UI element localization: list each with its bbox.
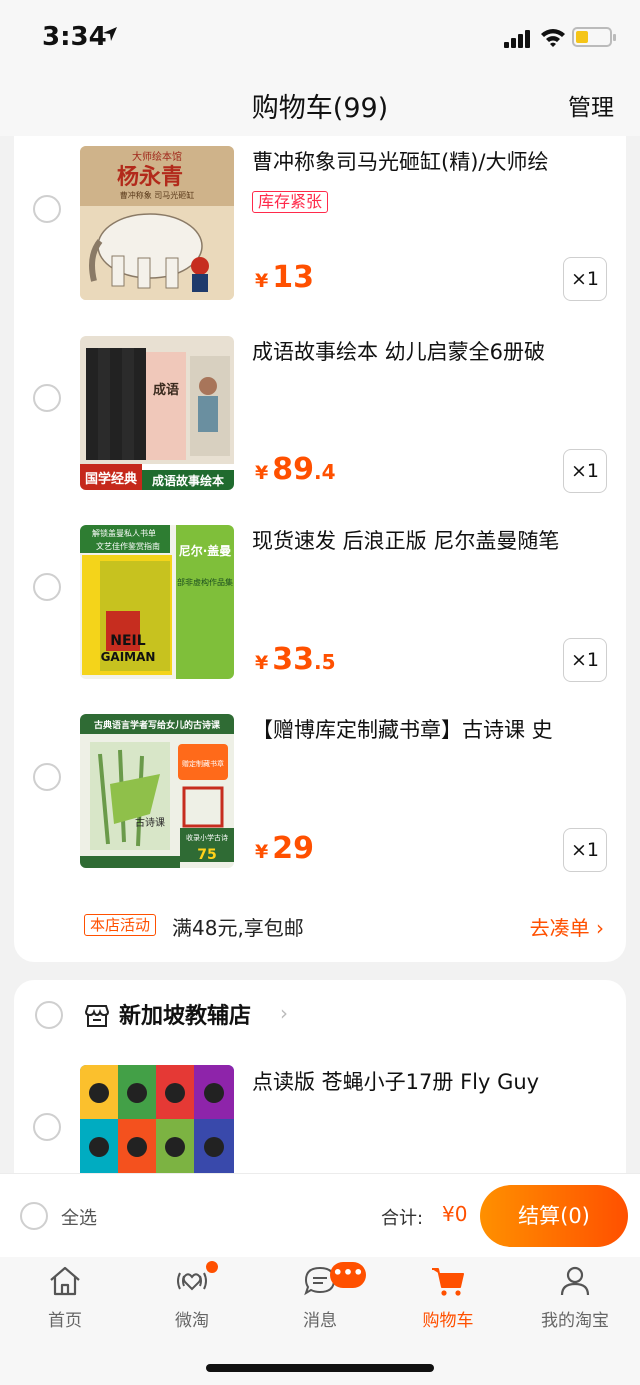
tab-weitao[interactable]: 微淘 [128,1257,256,1337]
quantity-button[interactable]: ×1 [563,257,607,301]
product-image[interactable] [80,1065,234,1173]
svg-text:赠定制藏书章: 赠定制藏书章 [182,759,224,768]
wifi-icon [541,29,565,47]
message-badge: ••• [330,1262,366,1288]
quantity-button[interactable]: ×1 [563,638,607,682]
product-price: ¥33.5 [255,642,336,677]
product-title[interactable]: 点读版 苍蝇小子17册 Fly Guy [252,1066,610,1096]
tab-my-taobao[interactable]: 我的淘宝 [511,1257,639,1337]
book-cover-gaiman: 解锁盖曼私人书单 文艺佳作鉴赏指南 NEIL GAIMAN 尼尔·盖曼 部非虚构… [80,525,234,679]
item-select-radio[interactable] [33,1113,61,1141]
checkout-button[interactable]: 结算(0) [480,1185,628,1247]
product-image[interactable]: 大师绘本馆 杨永青 曹冲称象 司马光砸缸 [80,146,234,300]
page-title: 购物车(99) [251,93,389,124]
promo-text: 满48元,享包邮 [172,916,304,940]
product-price: ¥29 [255,831,314,866]
manage-button[interactable]: 管理 [568,88,614,122]
svg-text:国学经典: 国学经典 [85,471,137,487]
store-icon [84,1005,110,1027]
promo-badge: 本店活动 [84,914,157,936]
cellular-signal-icon [504,30,532,48]
total-label: 合计: [381,1208,424,1229]
product-title[interactable]: 曹冲称象司马光砸缸(精)/大师绘 [252,146,610,176]
home-icon [50,1266,80,1296]
svg-text:尼尔·盖曼: 尼尔·盖曼 [179,543,232,558]
svg-text:75: 75 [197,847,216,863]
quantity-button[interactable]: ×1 [563,828,607,872]
notification-dot [206,1261,218,1273]
item-select-radio[interactable] [33,195,61,223]
book-cover-poetry: 古典语言学者写给女儿的古诗课 古诗课 赠定制藏书章 收录小学古诗 75 [80,714,234,868]
battery-icon [572,27,616,47]
chevron-right-icon: › [280,1001,288,1025]
item-select-radio[interactable] [33,384,61,412]
item-select-radio[interactable] [33,573,61,601]
checkout-bar: 全选 合计: ¥0 结算(0) [0,1173,640,1257]
select-all-radio[interactable] [20,1202,48,1230]
tab-cart[interactable]: 购物车 [384,1257,512,1337]
svg-text:解锁盖曼私人书单: 解锁盖曼私人书单 [92,528,156,538]
product-image[interactable]: 解锁盖曼私人书单 文艺佳作鉴赏指南 NEIL GAIMAN 尼尔·盖曼 部非虚构… [80,525,234,679]
home-indicator [206,1364,434,1372]
status-time: 3:34 [42,22,107,52]
cart-icon [432,1268,464,1296]
user-icon [560,1266,590,1296]
book-cover-fly-guy [80,1065,234,1173]
svg-text:成语故事绘本: 成语故事绘本 [152,473,224,488]
svg-text:收录小学古诗: 收录小学古诗 [186,833,228,842]
product-title[interactable]: 成语故事绘本 幼儿启蒙全6册破 [252,336,610,366]
location-arrow-icon [103,27,117,41]
svg-text:文艺佳作鉴赏指南: 文艺佳作鉴赏指南 [96,541,160,551]
svg-text:NEIL: NEIL [110,633,145,649]
product-image[interactable]: 古典语言学者写给女儿的古诗课 古诗课 赠定制藏书章 收录小学古诗 75 [80,714,234,868]
svg-text:GAIMAN: GAIMAN [101,650,156,664]
svg-text:大师绘本馆: 大师绘本馆 [132,150,182,163]
shop-select-radio[interactable] [35,1001,63,1029]
item-select-radio[interactable] [33,763,61,791]
status-bar: 3:34 [0,0,640,76]
product-title[interactable]: 现货速发 后浪正版 尼尔盖曼随笔 [252,525,610,555]
svg-text:古诗课: 古诗课 [135,816,165,829]
nav-header: 购物车(99) 管理 [0,76,640,136]
shop-promotion: 本店活动 满48元,享包邮 去凑单 › [84,912,604,940]
product-title[interactable]: 【赠博库定制藏书章】古诗课 史 [252,714,610,744]
svg-text:成语: 成语 [153,382,179,398]
total-value: ¥0 [442,1202,468,1226]
svg-text:曹冲称象 司马光砸缸: 曹冲称象 司马光砸缸 [120,190,195,200]
quantity-button[interactable]: ×1 [563,449,607,493]
shop-name[interactable]: 新加坡教辅店 [119,998,251,1030]
book-cover-idioms: 成语 国学经典 成语故事绘本 [80,336,234,490]
product-price: ¥13 [255,260,314,295]
add-more-link[interactable]: 去凑单 › [530,912,604,941]
select-all-label[interactable]: 全选 [61,1204,97,1230]
heart-radio-icon [177,1272,207,1291]
book-cover-elephant: 大师绘本馆 杨永青 曹冲称象 司马光砸缸 [80,146,234,300]
tab-home[interactable]: 首页 [1,1257,129,1337]
product-image[interactable]: 成语 国学经典 成语故事绘本 [80,336,234,490]
svg-text:部非虚构作品集: 部非虚构作品集 [177,577,233,587]
svg-text:杨永青: 杨永青 [117,164,183,190]
low-stock-tag: 库存紧张 [252,191,329,213]
product-price: ¥89.4 [255,452,336,487]
svg-text:古典语言学者写给女儿的古诗课: 古典语言学者写给女儿的古诗课 [94,719,221,731]
